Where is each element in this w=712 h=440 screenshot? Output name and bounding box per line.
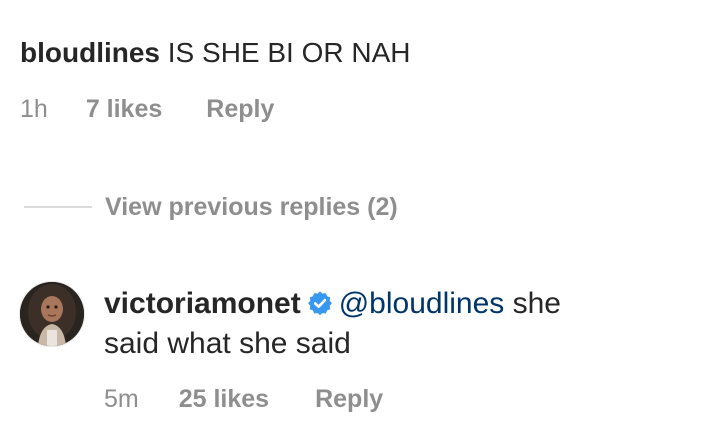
verified-badge-icon [307,287,333,316]
reply-username[interactable]: victoriamonet [104,287,301,320]
comment-likes[interactable]: 7 likes [86,94,162,124]
replies-divider [24,206,92,208]
comment-time: 1h [20,95,48,123]
reply-likes[interactable]: 25 likes [179,384,269,414]
view-previous-replies-label: View previous replies (2) [105,193,398,221]
comment-content: bloudlines IS SHE BI OR NAH [20,34,692,72]
reply-meta: 5m 25 likes Reply [104,384,383,414]
avatar-image [20,282,84,346]
comment-meta: 1h 7 likes Reply [20,94,692,124]
reply-time: 5m [104,385,139,413]
avatar[interactable] [20,282,84,346]
comment-username[interactable]: bloudlines [20,37,160,68]
comment-text: IS SHE BI OR NAH [167,37,411,68]
reply-text-line-2: said what she said [104,327,351,360]
reply-mention-link[interactable]: @bloudlines [339,287,505,320]
reply-content: victoriamonet @bloudlines she said what s… [104,284,694,364]
view-previous-replies[interactable]: View previous replies (2) [24,192,398,222]
reply-text: she [504,287,561,320]
reply-reply-button[interactable]: Reply [315,384,383,414]
comment: bloudlines IS SHE BI OR NAH 1h 7 likes R… [20,34,692,124]
comment-reply-button[interactable]: Reply [206,94,274,124]
